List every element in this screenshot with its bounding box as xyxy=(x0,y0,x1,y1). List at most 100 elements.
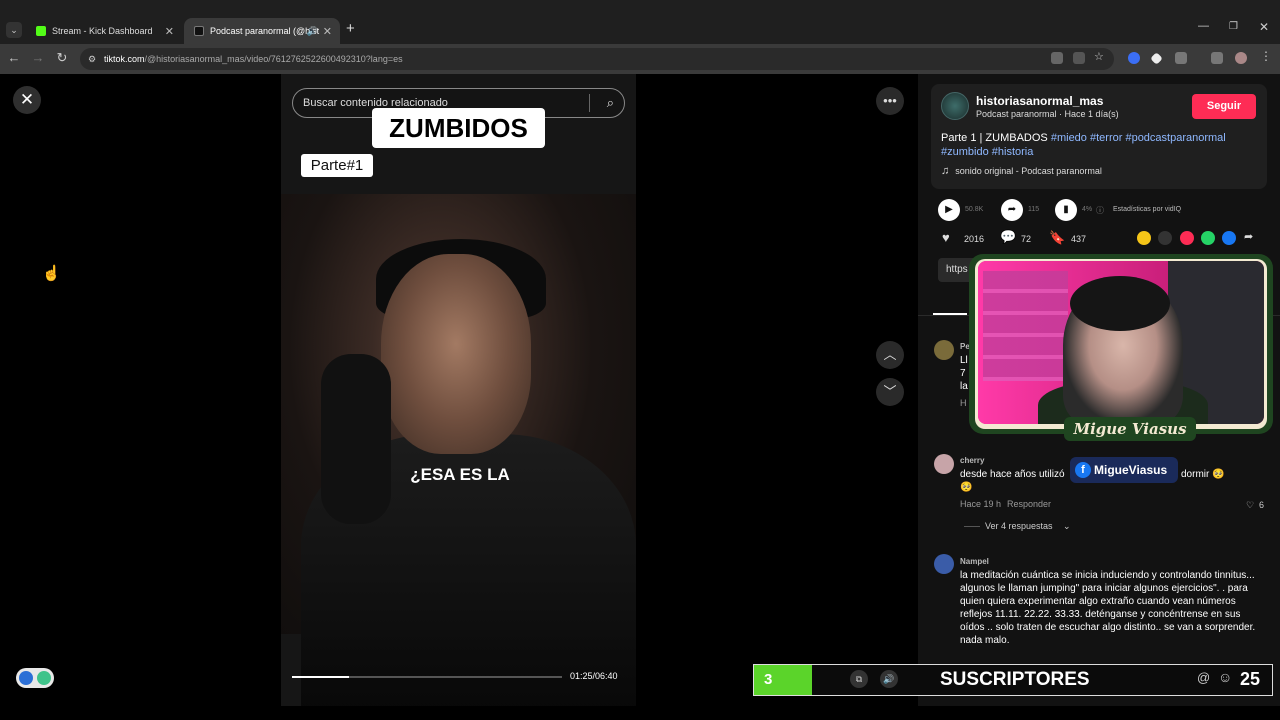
embed-code-icon[interactable] xyxy=(1158,231,1172,245)
hashtag-link[interactable]: #podcastparanormal xyxy=(1125,132,1225,144)
webcam-feed xyxy=(978,261,1264,424)
install-icon[interactable] xyxy=(1073,52,1085,64)
media-controls-icon[interactable] xyxy=(1211,52,1223,64)
video-progress-fill xyxy=(292,676,349,678)
author-name[interactable]: historiasanormal_mas xyxy=(976,94,1103,108)
new-tab-icon[interactable]: + xyxy=(346,20,355,37)
comment-text-end: dormir 🥺 xyxy=(1181,469,1225,480)
reload-icon[interactable]: ↻ xyxy=(54,50,70,66)
webcam-person-hair xyxy=(1070,276,1170,331)
mouse-cursor-icon: ☝ xyxy=(42,265,61,282)
close-video-button[interactable]: ✕ xyxy=(13,86,41,114)
vidiq-share-icon[interactable] xyxy=(1137,231,1151,245)
bookmark-star-icon[interactable]: ☆ xyxy=(1094,50,1106,63)
tab-list-icon[interactable]: ⌄ xyxy=(6,22,22,38)
corner-extension-badge[interactable] xyxy=(16,668,54,688)
hashtag-link[interactable]: #miedo xyxy=(1051,132,1087,144)
tab-podcast[interactable]: Podcast paranormal (@hist 🔊 ✕ xyxy=(184,18,340,44)
hashtag-link[interactable]: #zumbido xyxy=(941,146,989,158)
mention-icon[interactable]: @ xyxy=(1197,670,1210,685)
comments-tab-indicator xyxy=(933,313,967,315)
minimize-icon[interactable]: — xyxy=(1198,20,1209,32)
browser-tab-bar: ⌄ Stream - Kick Dashboard ✕ Podcast para… xyxy=(0,0,1280,44)
facebook-handle-badge: f MigueViasus xyxy=(1070,457,1178,483)
url-domain: tiktok.com xyxy=(104,54,145,64)
comment-text: la meditación cuántica se inicia inducie… xyxy=(960,570,1256,646)
commenter-name[interactable]: cherry xyxy=(960,456,984,465)
info-icon[interactable]: ⓘ xyxy=(1096,205,1104,216)
comment-like-count: 6 xyxy=(1259,500,1265,510)
maximize-icon[interactable]: ❐ xyxy=(1229,21,1238,32)
search-icon[interactable]: ⌕ xyxy=(607,89,614,117)
emoji-icon[interactable]: ☺ xyxy=(1218,669,1232,685)
forward-icon[interactable]: → xyxy=(30,50,46,65)
play-count: 50.8K xyxy=(965,206,984,213)
subscriber-label: SUSCRIPTORES xyxy=(940,669,1090,690)
view-replies-link[interactable]: Ver 4 respuestas xyxy=(985,521,1053,531)
video-frame-microphone xyxy=(321,354,391,524)
video-frame-face xyxy=(381,254,531,454)
search-divider xyxy=(589,94,590,112)
video-description: Parte 1 | ZUMBADOS #miedo #terror #podca… xyxy=(941,131,1251,159)
reply-link[interactable]: Responder xyxy=(1007,499,1051,509)
more-options-button[interactable]: ••• xyxy=(876,87,904,115)
volume-icon[interactable]: 🔊 xyxy=(880,670,898,688)
tab-label: Stream - Kick Dashboard xyxy=(52,26,153,36)
video-part-overlay: Parte#1 xyxy=(301,154,373,177)
follow-button[interactable]: Seguir xyxy=(1192,94,1256,119)
play-count-icon: ▶ xyxy=(938,199,960,221)
comment-text-line: Ll xyxy=(960,355,968,366)
commenter-avatar[interactable] xyxy=(934,340,954,360)
vidiq-label: Estadísticas por vidIQ xyxy=(1113,206,1182,213)
hashtag-link[interactable]: #terror xyxy=(1090,132,1122,144)
commenter-name[interactable]: Nampel xyxy=(960,557,989,566)
comment-text: desde hace años utilizó xyxy=(960,469,1065,480)
facebook-handle: MigueViasus xyxy=(1094,463,1168,477)
close-tab-icon[interactable]: ✕ xyxy=(323,25,332,38)
audio-playing-icon[interactable]: 🔊 xyxy=(307,26,318,37)
facebook-share-icon[interactable] xyxy=(1222,231,1236,245)
comment-icon[interactable]: 💬 xyxy=(1000,229,1016,245)
music-label: sonido original - Podcast paranormal xyxy=(955,166,1102,176)
extensions-puzzle-icon[interactable] xyxy=(1175,52,1187,64)
author-avatar[interactable] xyxy=(941,92,969,120)
chevron-down-icon[interactable]: ⌄ xyxy=(1063,521,1071,532)
commenter-avatar[interactable] xyxy=(934,554,954,574)
video-time: 01:25/06:40 xyxy=(570,671,618,681)
save-count: 437 xyxy=(1071,234,1087,244)
comment-time: Hace 19 h xyxy=(960,499,1002,509)
video-progress-bar[interactable] xyxy=(292,676,562,678)
engagement-icon: ▮ xyxy=(1055,199,1077,221)
next-video-button[interactable]: ﹀ xyxy=(876,378,904,406)
send-share-icon[interactable] xyxy=(1180,231,1194,245)
like-count: 2016 xyxy=(964,234,985,244)
more-share-icon[interactable]: ➦ xyxy=(1244,230,1253,243)
whatsapp-share-icon[interactable] xyxy=(1201,231,1215,245)
video-caption: ¿ESA ES LA xyxy=(410,465,510,484)
back-icon[interactable]: ← xyxy=(6,50,22,65)
facebook-icon: f xyxy=(1075,462,1091,478)
tab-kick-dashboard[interactable]: Stream - Kick Dashboard ✕ xyxy=(26,18,182,44)
profile-avatar-icon[interactable] xyxy=(1235,52,1247,64)
previous-video-button[interactable]: ︿ xyxy=(876,341,904,369)
pip-icon[interactable]: ⧉ xyxy=(850,670,868,688)
translate-icon[interactable] xyxy=(1051,52,1063,64)
save-bookmark-icon[interactable]: 🔖 xyxy=(1049,230,1065,246)
extension-blue-icon[interactable] xyxy=(1128,52,1140,64)
commenter-avatar[interactable] xyxy=(934,454,954,474)
site-info-icon[interactable]: ⚙ xyxy=(88,48,96,70)
subscriber-count: 3 xyxy=(754,665,812,695)
comment-like-icon[interactable]: ♡ xyxy=(1246,500,1254,511)
hashtag-link[interactable]: #historia xyxy=(992,146,1034,158)
extension-green-icon xyxy=(37,671,51,685)
tab-label: Podcast paranormal (@hist xyxy=(210,26,320,36)
like-icon[interactable]: ♥ xyxy=(942,230,950,245)
music-link[interactable]: ♫ sonido original - Podcast paranormal xyxy=(941,165,1102,177)
menu-kebab-icon[interactable]: ⋮ xyxy=(1260,49,1272,63)
comment-emoji: 🥺 xyxy=(960,482,973,493)
close-window-icon[interactable]: ✕ xyxy=(1259,20,1269,34)
url-bar[interactable]: ⚙ tiktok.com/@historiasanormal_mas/video… xyxy=(80,48,1114,70)
comment-count: 72 xyxy=(1021,234,1032,244)
close-tab-icon[interactable]: ✕ xyxy=(165,25,174,38)
music-note-icon: ♫ xyxy=(941,165,950,177)
